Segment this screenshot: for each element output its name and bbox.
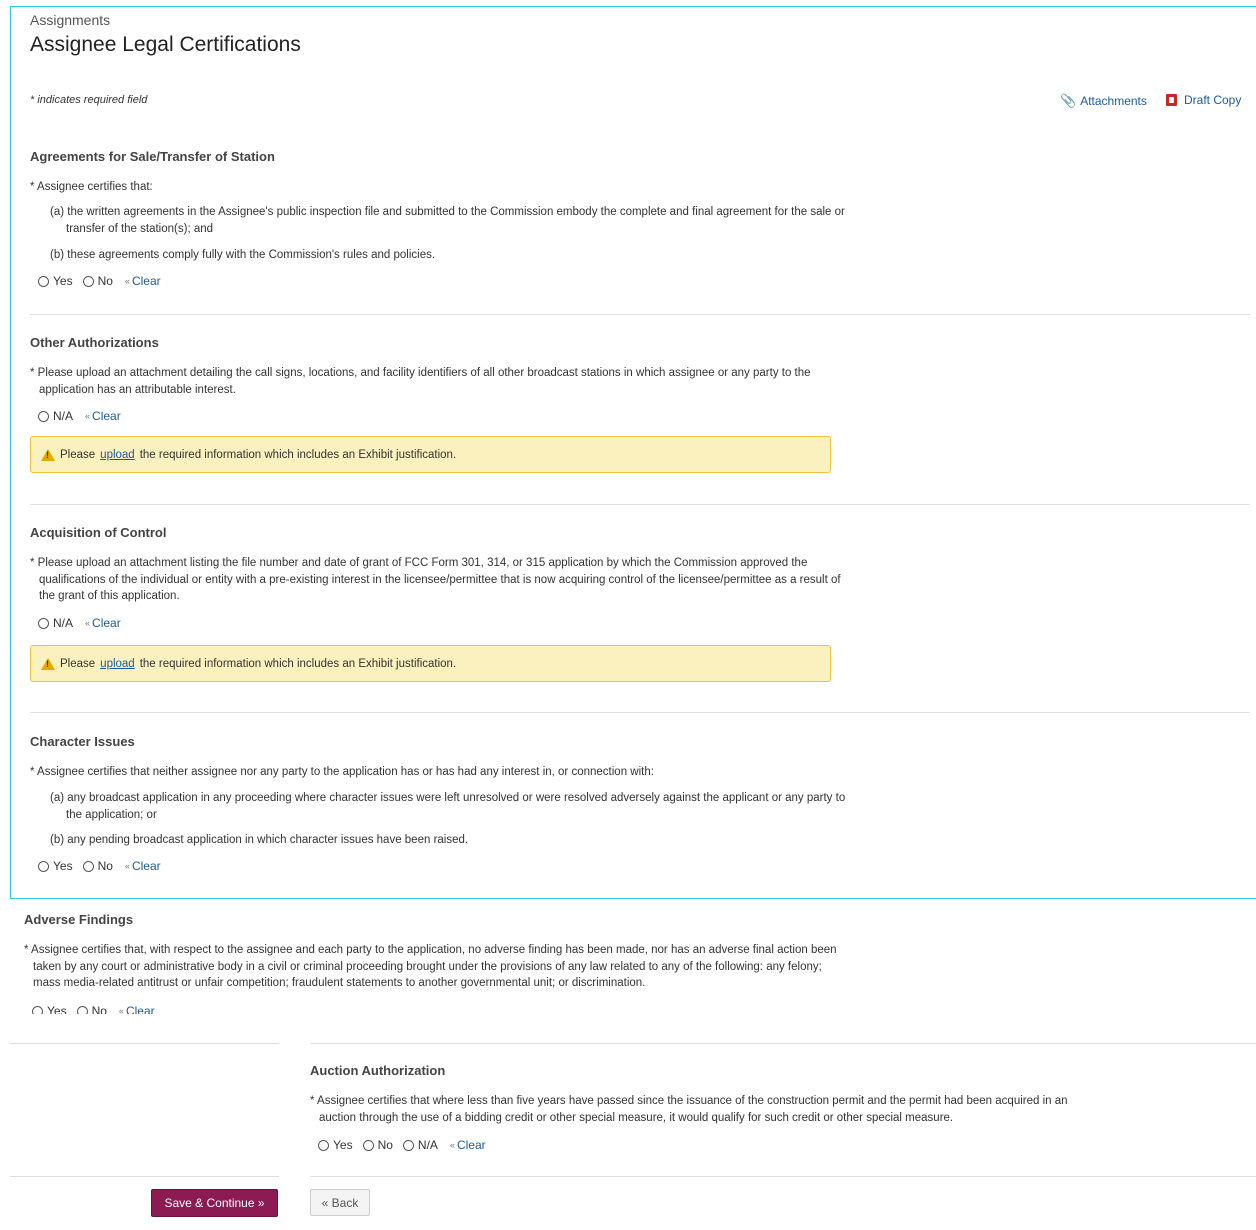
- clear-label: Clear: [131, 859, 161, 873]
- upload-link[interactable]: upload: [100, 658, 135, 670]
- warning-text: the required information which includes …: [139, 448, 457, 461]
- radio-yes[interactable]: Yes: [318, 1138, 353, 1152]
- radio-label: N/A: [417, 1138, 438, 1152]
- clear-link[interactable]: «Clear: [125, 859, 161, 873]
- required-field-note: * indicates required field: [30, 94, 148, 106]
- attachments-label: Attachments: [1080, 94, 1147, 108]
- item-a-text: (a) any broadcast application in any pro…: [50, 792, 846, 821]
- radio-circle-icon: [82, 860, 94, 872]
- divider: [310, 1043, 1256, 1044]
- warning-text: Please: [60, 657, 96, 670]
- radio-label: Yes: [53, 274, 73, 288]
- divider: [10, 1176, 279, 1177]
- radio-label: Yes: [333, 1138, 353, 1152]
- clear-label: Clear: [92, 409, 121, 423]
- radio-yes[interactable]: Yes: [38, 859, 73, 873]
- radio-label: Yes: [53, 859, 73, 873]
- question-text: * Assignee certifies that neither assign…: [30, 766, 654, 778]
- radio-group: Yes No «Clear: [38, 274, 161, 288]
- upload-warning: Please upload the required information w…: [30, 645, 831, 682]
- divider: [30, 314, 1250, 315]
- divider: [10, 1043, 279, 1044]
- double-chevron-left-icon: «: [85, 411, 91, 421]
- radio-label: No: [377, 1138, 393, 1152]
- section-title: Acquisition of Control: [30, 525, 167, 540]
- section-title: Character Issues: [30, 734, 135, 749]
- divider: [30, 712, 1250, 713]
- item-b-text: (b) these agreements comply fully with t…: [50, 249, 436, 261]
- section-title: Other Authorizations: [30, 335, 159, 350]
- radio-circle-icon: [38, 617, 49, 629]
- item-a-text: (a) the written agreements in the Assign…: [50, 206, 845, 235]
- radio-label: N/A: [53, 616, 74, 630]
- radio-circle-icon: [38, 275, 49, 287]
- radio-circle-icon: [402, 1139, 414, 1151]
- radio-no[interactable]: No: [362, 1138, 393, 1152]
- warning-icon: [41, 448, 55, 461]
- pdf-icon: [1166, 94, 1177, 106]
- double-chevron-left-icon: «: [124, 276, 130, 286]
- question-text: * Assignee certifies that:: [30, 181, 153, 193]
- radio-label: No: [97, 859, 113, 873]
- radio-circle-icon: [318, 1139, 329, 1151]
- divider: [30, 504, 1250, 505]
- question-text: * Please upload an attachment detailing …: [30, 367, 811, 396]
- radio-no[interactable]: No: [82, 859, 113, 873]
- divider: [310, 1176, 1256, 1177]
- radio-na[interactable]: N/A: [38, 616, 73, 630]
- radio-group: Yes No N/A «Clear: [318, 1138, 486, 1152]
- section-title: Adverse Findings: [24, 912, 134, 927]
- radio-circle-icon: [362, 1139, 374, 1151]
- item-b-text: (b) any pending broadcast application in…: [50, 834, 469, 846]
- radio-label: No: [97, 274, 113, 288]
- warning-icon: [41, 657, 55, 670]
- paperclip-icon: 📎: [1060, 93, 1077, 108]
- radio-no[interactable]: No: [82, 274, 113, 288]
- section-title: Auction Authorization: [310, 1063, 446, 1078]
- double-chevron-left-icon: «: [85, 618, 91, 628]
- clear-label: Clear: [131, 274, 161, 288]
- section-title: Agreements for Sale/Transfer of Station: [30, 149, 275, 164]
- clear-link[interactable]: «Clear: [85, 409, 121, 423]
- radio-circle-icon: [38, 410, 49, 422]
- question-text: * Please upload an attachment listing th…: [30, 557, 841, 602]
- upload-warning: Please upload the required information w…: [30, 436, 831, 473]
- clear-link[interactable]: «Clear: [85, 616, 121, 630]
- breadcrumb[interactable]: Assignments: [30, 12, 110, 28]
- question-text: * Assignee certifies that, with respect …: [24, 944, 837, 989]
- warning-text: Please: [60, 448, 96, 461]
- radio-circle-icon: [82, 275, 94, 287]
- radio-group: N/A «Clear: [38, 616, 121, 630]
- radio-group: Yes No «Clear: [38, 859, 161, 873]
- clear-link[interactable]: «Clear: [450, 1138, 486, 1152]
- warning-text: the required information which includes …: [139, 657, 457, 670]
- attachments-link[interactable]: 📎 Attachments: [1060, 93, 1147, 109]
- radio-label: N/A: [53, 409, 74, 423]
- double-chevron-left-icon: «: [449, 1140, 455, 1150]
- radio-circle-icon: [38, 860, 49, 872]
- double-chevron-left-icon: «: [124, 861, 130, 871]
- upload-link[interactable]: upload: [100, 449, 135, 461]
- save-continue-button[interactable]: Save & Continue »: [151, 1189, 278, 1217]
- scroll-cutoff: [0, 1014, 1256, 1030]
- clear-label: Clear: [456, 1138, 486, 1152]
- page-title: Assignee Legal Certifications: [30, 33, 301, 56]
- radio-group: N/A «Clear: [38, 409, 121, 423]
- radio-na[interactable]: N/A: [402, 1138, 438, 1152]
- draft-copy-link[interactable]: Draft Copy: [1166, 93, 1241, 107]
- draft-copy-label: Draft Copy: [1184, 93, 1242, 107]
- radio-yes[interactable]: Yes: [38, 274, 73, 288]
- back-button[interactable]: « Back: [310, 1189, 370, 1216]
- radio-na[interactable]: N/A: [38, 409, 73, 423]
- clear-link[interactable]: «Clear: [125, 274, 161, 288]
- question-text: * Assignee certifies that where less tha…: [310, 1095, 1068, 1124]
- clear-label: Clear: [92, 616, 121, 630]
